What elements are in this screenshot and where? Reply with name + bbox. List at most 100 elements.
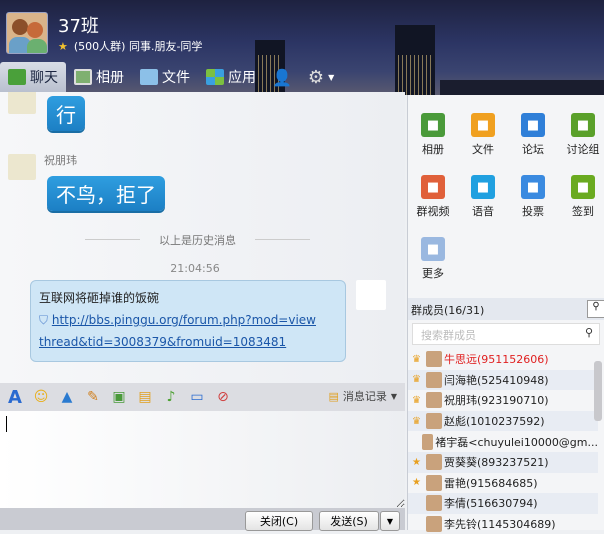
message-title: 互联网将砸掉谁的饭碗 (39, 291, 160, 305)
app-vote[interactable]: ■ 投票 (508, 175, 558, 219)
album-icon (74, 69, 92, 85)
admin-icon: ♛ (412, 374, 421, 386)
tab-album[interactable]: 相册 (66, 62, 132, 92)
doodle-icon[interactable]: ✎ (84, 388, 102, 406)
app-discussion[interactable]: ■ 讨论组 (558, 113, 604, 157)
history-icon: ▤ (328, 389, 339, 403)
message-history-button[interactable]: ▤ 消息记录 ▼ (328, 388, 397, 404)
invite-member-button[interactable]: 👤 (264, 62, 300, 92)
block-icon[interactable]: ⊘ (214, 388, 232, 406)
app-checkin[interactable]: ■ 签到 (558, 175, 604, 219)
member-list: ♛ 牛思远(951152606) ♛ 闫海艳(525410948) ♛ 祝朋玮(92319… (408, 349, 598, 534)
message-bubble: 行 (47, 96, 85, 131)
chevron-down-icon: ▼ (390, 391, 397, 401)
admin-icon: ♛ (412, 415, 421, 427)
admin-icon: ♛ (412, 353, 421, 365)
avatar (426, 392, 442, 409)
more-icon: ■ (421, 237, 445, 261)
chat-icon (8, 69, 26, 85)
member-row[interactable]: ★ 雷艳(915684685) (408, 473, 598, 494)
magic-icon[interactable]: ▲ (58, 388, 76, 406)
header: 37班 ★ (500人群) 同事.朋友-同学 聊天 相册 文件 应用 👤 ⚙ ▼ (0, 0, 604, 95)
admin-icon: ♛ (412, 394, 421, 406)
screenshot-icon[interactable]: ▭ (188, 388, 206, 406)
members-header: 群成员(16/31) ⚲ (408, 298, 604, 320)
send-options-button[interactable]: ▼ (380, 511, 400, 531)
add-user-icon: 👤 (272, 67, 292, 87)
tab-files[interactable]: 文件 (132, 62, 198, 92)
tab-apps[interactable]: 应用 (198, 62, 264, 92)
app-voice[interactable]: ■ 语音 (458, 175, 508, 219)
checkin-icon: ■ (571, 175, 595, 199)
app-folder[interactable]: ■ 文件 (458, 113, 508, 157)
album-icon: ■ (421, 113, 445, 137)
avatar (426, 413, 442, 430)
forum-icon: ■ (521, 113, 545, 137)
vote-icon: ■ (521, 175, 545, 199)
avatar (8, 92, 36, 114)
apps-grid: ■ 相册 ■ 文件 ■ 论坛 ■ 讨论组 ■ 群视频 ■ 语音 ■ 投票 ■ 签到 ■ 更多 (408, 113, 604, 281)
search-icon[interactable]: ⚲ (587, 300, 604, 318)
scrollbar[interactable] (594, 361, 602, 421)
discussion-icon: ■ (571, 113, 595, 137)
member-row[interactable]: ♛ 祝朋玮(923190710) (408, 390, 598, 411)
avatar (426, 454, 442, 471)
apps-icon (206, 69, 224, 85)
member-row[interactable]: ♛ 闫海艳(525410948) (408, 369, 598, 391)
file-send-icon[interactable]: ▤ (136, 388, 154, 406)
member-row[interactable]: ♛ 赵彪(1010237592) (408, 410, 598, 432)
gear-icon: ⚙ (307, 66, 325, 88)
avatar[interactable] (8, 154, 36, 180)
member-row[interactable]: 褚宇磊<chuyulei10000@gm... (408, 431, 598, 452)
my-message-bubble: 互联网将砸掉谁的饭碗 ⛉ http://bbs.pinggu.org/forum… (30, 280, 346, 362)
chat-history: 行 祝朋玮 不鸟，拒了 以上是历史消息 21:04:56 互联网将砸掉谁的饭碗 … (0, 92, 405, 383)
folder-icon: ■ (471, 113, 495, 137)
tab-chat[interactable]: 聊天 (0, 62, 66, 92)
input-toolbar: A ☺ ▲ ✎ ▣ ▤ ♪ ▭ ⊘ ▤ 消息记录 ▼ (0, 383, 405, 411)
font-icon[interactable]: A (6, 387, 24, 408)
settings-button[interactable]: ⚙ ▼ (300, 62, 342, 92)
avatar (426, 474, 442, 491)
history-divider: 以上是历史消息 (85, 232, 310, 248)
app-video[interactable]: ■ 群视频 (408, 175, 458, 219)
app-forum[interactable]: ■ 论坛 (508, 113, 558, 157)
text-caret (6, 416, 7, 432)
video-icon: ■ (421, 175, 445, 199)
avatar (426, 495, 442, 512)
send-button[interactable]: 发送(S) (319, 511, 379, 531)
emoji-icon[interactable]: ☺ (32, 388, 50, 406)
avatar (426, 351, 442, 368)
my-avatar[interactable] (356, 280, 386, 310)
image-icon[interactable]: ▣ (110, 388, 128, 406)
close-button[interactable]: 关闭(C) (245, 511, 313, 531)
group-avatar[interactable] (6, 12, 48, 54)
message-bubble: 不鸟，拒了 (47, 176, 165, 211)
message-link[interactable]: http://bbs.pinggu.org/forum.php?mod=view (52, 313, 316, 327)
app-album[interactable]: ■ 相册 (408, 113, 458, 157)
search-icon[interactable]: ⚲ (585, 326, 593, 339)
timestamp: 21:04:56 (170, 262, 220, 275)
member-row[interactable]: 李先铃(1145304689) (408, 514, 598, 534)
avatar (426, 371, 442, 388)
folder-icon (140, 69, 158, 85)
star-icon: ★ (58, 40, 68, 53)
avatar (421, 433, 434, 450)
member-row[interactable]: ♛ 牛思远(951152606) (408, 349, 598, 370)
voice-icon: ■ (471, 175, 495, 199)
app-more[interactable]: ■ 更多 (408, 237, 458, 281)
music-icon[interactable]: ♪ (162, 388, 180, 406)
member-row[interactable]: 李倩(516630794) (408, 493, 598, 514)
shield-icon: ⛉ (39, 313, 49, 327)
group-subtitle: ★ (500人群) 同事.朋友-同学 (58, 40, 203, 53)
chevron-down-icon: ▼ (328, 72, 335, 82)
message-input[interactable] (0, 411, 405, 508)
message-link-continued[interactable]: thread&tid=3008379&fromuid=1083481 (39, 335, 286, 349)
side-panel: ■ 相册 ■ 文件 ■ 论坛 ■ 讨论组 ■ 群视频 ■ 语音 ■ 投票 ■ 签到 ■ 更多 群成员(16/31)… (407, 95, 604, 533)
star-icon: ★ (412, 456, 421, 468)
star-icon: ★ (412, 477, 421, 489)
group-name: 37班 (58, 16, 99, 37)
sender-name: 祝朋玮 (44, 154, 77, 167)
member-search-input[interactable]: 搜索群成员 ⚲ (412, 323, 600, 345)
member-row[interactable]: ★ 贾葵葵(893237521) (408, 451, 598, 473)
footer-bar: 关闭(C) 发送(S) ▼ (0, 508, 405, 531)
